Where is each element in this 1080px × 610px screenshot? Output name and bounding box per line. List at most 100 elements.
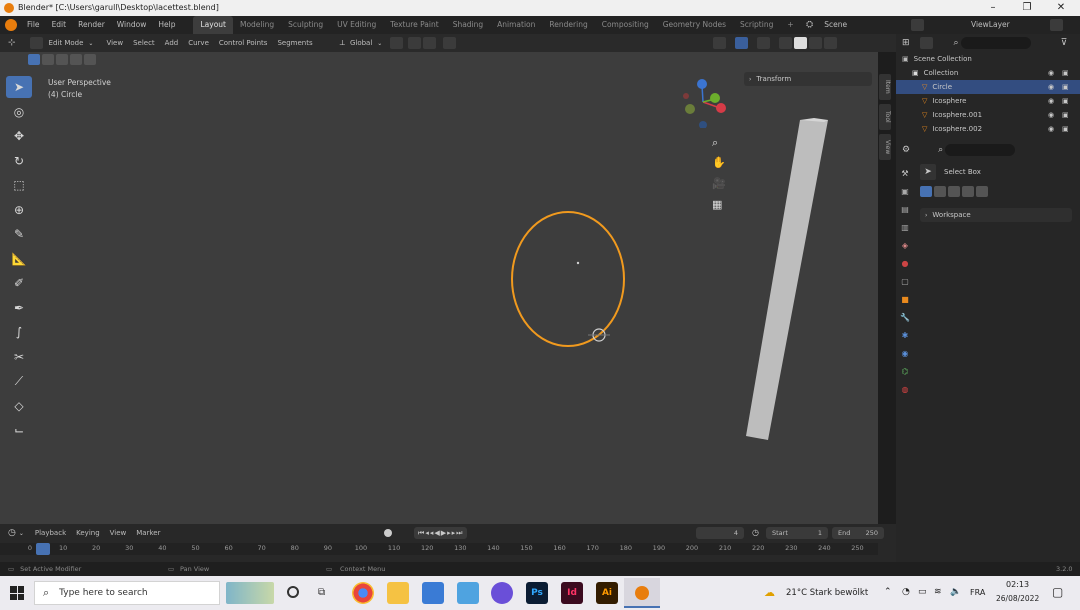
clock-date[interactable]: 26/08/2022 xyxy=(996,594,1039,603)
menu-segments[interactable]: Segments xyxy=(272,34,317,52)
view-layer-icon[interactable] xyxy=(1049,19,1063,31)
xray-icon[interactable] xyxy=(757,37,770,49)
object-tab-icon[interactable]: ■ xyxy=(898,292,912,308)
shading-solid-icon[interactable] xyxy=(794,37,807,49)
menu-view[interactable]: View xyxy=(101,34,128,52)
start-frame-field[interactable]: Start 1 xyxy=(766,527,828,539)
shading-wireframe-icon[interactable] xyxy=(779,37,792,49)
preview-range-icon[interactable]: ◷ xyxy=(752,528,759,537)
outliner-search-input[interactable] xyxy=(960,37,1031,49)
chrome-icon[interactable] xyxy=(352,582,374,604)
tab-rendering[interactable]: Rendering xyxy=(542,16,594,34)
physics-tab-icon[interactable]: ◉ xyxy=(898,346,912,362)
prop-select-intersect-icon[interactable] xyxy=(976,186,988,197)
outliner-row[interactable]: ▽ Icosphere.001 ◉ ▣ xyxy=(896,108,1080,122)
prop-select-subtract-icon[interactable] xyxy=(948,186,960,197)
circle-curve[interactable] xyxy=(511,211,625,347)
menu-select[interactable]: Select xyxy=(128,34,160,52)
input-language[interactable]: FRA xyxy=(970,588,985,597)
add-workspace-button[interactable]: + xyxy=(780,16,800,34)
scene-tab-icon[interactable]: ◈ xyxy=(898,238,912,254)
3d-viewport[interactable]: User Perspective (4) Circle ➤ ◎ ✥ ↻ ⬚ ⊕ … xyxy=(0,52,878,524)
collection-tab-icon[interactable]: ▢ xyxy=(898,274,912,290)
prev-keyframe-icon[interactable]: ◂◂ xyxy=(425,529,434,537)
render-camera-icon[interactable]: ▣ xyxy=(1062,80,1069,94)
orientation-selector[interactable]: Global xyxy=(345,34,377,52)
chevron-up-icon[interactable]: ⌃ xyxy=(884,587,892,597)
filter-icon[interactable]: ⊽ xyxy=(1061,38,1068,48)
weather-text[interactable]: 21°C Stark bewölkt xyxy=(786,588,868,598)
illustrator-icon[interactable]: Ai xyxy=(596,582,618,604)
taskbar-search-box[interactable]: ⌕ Type here to search xyxy=(34,581,220,605)
menu-timeline-view[interactable]: View xyxy=(105,524,132,542)
properties-search-input[interactable] xyxy=(945,144,1016,156)
sidebar-tab-item[interactable]: Item xyxy=(879,74,891,100)
view-layer-selector[interactable]: ViewLayer xyxy=(965,16,1016,34)
shading-rendered-icon[interactable] xyxy=(824,37,837,49)
icosphere-cylinder[interactable] xyxy=(746,120,828,440)
onedrive-icon[interactable]: ◔ xyxy=(902,587,910,597)
zoom-icon[interactable]: ⌕ xyxy=(712,136,718,150)
outliner-row[interactable]: ▣ Scene Collection xyxy=(896,52,1080,66)
tab-texture-paint[interactable]: Texture Paint xyxy=(383,16,445,34)
jump-start-icon[interactable]: ⏮ xyxy=(418,529,425,538)
record-icon[interactable] xyxy=(384,529,392,537)
menu-add[interactable]: Add xyxy=(160,34,184,52)
tab-layout[interactable]: Layout xyxy=(193,16,233,34)
outliner-row[interactable]: ▽ Icosphere ◉ ▣ xyxy=(896,94,1080,108)
photoshop-icon[interactable]: Ps xyxy=(526,582,548,604)
indesign-icon[interactable]: Id xyxy=(561,582,583,604)
menu-keying[interactable]: Keying xyxy=(71,524,105,542)
menu-playback[interactable]: Playback xyxy=(30,524,71,542)
prop-select-new-icon[interactable] xyxy=(920,186,932,197)
volume-icon[interactable]: 🔈 xyxy=(950,587,961,597)
store-icon[interactable] xyxy=(422,582,444,604)
blender-taskbar-button[interactable] xyxy=(624,578,660,608)
render-tab-icon[interactable]: ▣ xyxy=(898,184,912,200)
cortana-icon[interactable] xyxy=(287,586,299,598)
visibility-eye-icon[interactable]: ◉ xyxy=(1048,66,1054,80)
modifier-tab-icon[interactable]: 🔧 xyxy=(898,310,912,326)
visibility-eye-icon[interactable]: ◉ xyxy=(1048,108,1054,122)
sidebar-tab-tool[interactable]: Tool xyxy=(879,104,891,130)
shading-material-icon[interactable] xyxy=(809,37,822,49)
scene-selector[interactable]: Scene xyxy=(818,16,853,34)
snap-icon[interactable] xyxy=(408,37,422,49)
playhead[interactable] xyxy=(36,543,50,555)
tab-scripting[interactable]: Scripting xyxy=(733,16,780,34)
close-button[interactable]: ✕ xyxy=(1044,0,1078,16)
jump-end-icon[interactable]: ⏭ xyxy=(456,529,463,538)
constraints-tab-icon[interactable]: ⌬ xyxy=(898,364,912,380)
sidebar-tab-view[interactable]: View xyxy=(879,134,891,160)
pivot-icon[interactable] xyxy=(390,37,404,49)
tab-shading[interactable]: Shading xyxy=(446,16,490,34)
view-layer-tab-icon[interactable]: ▥ xyxy=(898,220,912,236)
next-keyframe-icon[interactable]: ▸▸ xyxy=(447,529,456,537)
menu-marker[interactable]: Marker xyxy=(131,524,165,542)
output-tab-icon[interactable]: ▤ xyxy=(898,202,912,218)
battery-icon[interactable]: ▭ xyxy=(918,587,927,597)
end-frame-field[interactable]: End 250 xyxy=(832,527,884,539)
transform-panel[interactable]: › Transform xyxy=(744,72,872,86)
clock-icon[interactable]: ◷ xyxy=(8,528,16,538)
teams-icon[interactable] xyxy=(491,582,513,604)
properties-editor-icon[interactable]: ⚙ xyxy=(902,145,910,155)
menu-render[interactable]: Render xyxy=(72,16,111,34)
wifi-icon[interactable]: ≋ xyxy=(934,587,942,597)
tab-sculpting[interactable]: Sculpting xyxy=(281,16,330,34)
outliner-row[interactable]: ▽ Circle ◉ ▣ xyxy=(896,80,1080,94)
snap-target-icon[interactable] xyxy=(423,37,437,49)
tab-compositing[interactable]: Compositing xyxy=(595,16,656,34)
editor-type-icon[interactable]: ⊹ xyxy=(8,38,16,48)
windows-start-icon[interactable] xyxy=(10,586,24,600)
menu-window[interactable]: Window xyxy=(111,16,153,34)
clock-time[interactable]: 02:13 xyxy=(1006,580,1029,589)
overlay-toggle-icon[interactable] xyxy=(735,37,748,49)
gizmo-toggle-icon[interactable] xyxy=(713,37,726,49)
visibility-eye-icon[interactable]: ◉ xyxy=(1048,80,1054,94)
minimize-button[interactable]: – xyxy=(976,0,1010,16)
visibility-eye-icon[interactable]: ◉ xyxy=(1048,94,1054,108)
mode-selector[interactable]: Edit Mode xyxy=(44,34,89,52)
menu-edit[interactable]: Edit xyxy=(46,16,73,34)
search-highlight-image[interactable] xyxy=(226,582,274,604)
